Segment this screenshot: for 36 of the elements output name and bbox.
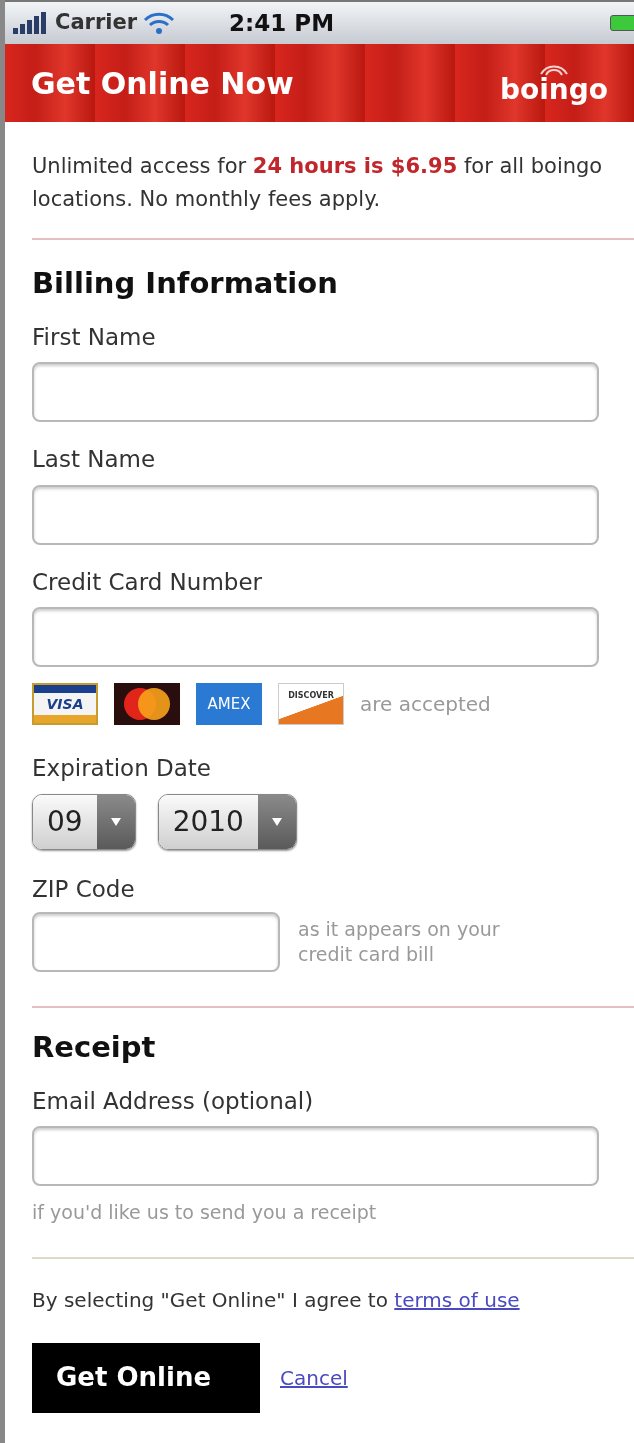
field-hint: if you'd like us to send you a receipt: [32, 1200, 378, 1225]
dropdown[interactable]: 2010: [157, 793, 297, 850]
get-online-button[interactable]: Get Online: [32, 1342, 260, 1413]
caret-icon: [271, 817, 282, 826]
mastercard-icon: [114, 683, 180, 725]
boingo-logo: boingo: [499, 62, 608, 104]
wifi-icon: [143, 12, 176, 34]
input-field[interactable]: [32, 484, 599, 545]
input-field[interactable]: [32, 607, 599, 667]
terms-link[interactable]: terms of use: [394, 1287, 520, 1312]
email-field[interactable]: [32, 1126, 599, 1186]
terms-text: By selecting "Get Online" I agree to terms of use: [32, 1286, 521, 1314]
section-heading: Receipt: [32, 1029, 157, 1066]
page-title: Get Online Now: [31, 64, 294, 103]
discover-card-icon: DISCOVER: [278, 683, 344, 725]
clock: 2:41 PM: [229, 8, 335, 38]
input-field[interactable]: [32, 362, 599, 422]
signal-icon: [13, 12, 49, 34]
cancel-link[interactable]: Cancel: [280, 1362, 348, 1393]
field-hint: as it appears on your credit card bill: [298, 917, 501, 967]
carrier-name: Carrier: [55, 9, 138, 37]
intro-text: Unlimited access for 24 hours is $6.95 for all boingo locations. No monthly fees apply.: [32, 153, 604, 213]
battery-icon: [610, 15, 634, 31]
zip-field[interactable]: [32, 912, 280, 972]
field-label: Expiration Date: [32, 754, 213, 783]
amex-card-icon: AMEX: [196, 683, 262, 725]
field-label: Last Name: [32, 445, 157, 474]
field-label: ZIP Code: [32, 874, 136, 904]
visa-card-icon: VISA: [32, 683, 98, 725]
dropdown[interactable]: 09: [32, 793, 136, 850]
field-label: First Name: [32, 322, 157, 352]
accepted-note: are accepted: [360, 691, 491, 718]
section-heading: Billing Information: [32, 265, 339, 302]
field-label: Email Address (optional): [32, 1086, 315, 1116]
caret-icon: [110, 817, 121, 826]
field-label: Credit Card Number: [32, 567, 263, 597]
